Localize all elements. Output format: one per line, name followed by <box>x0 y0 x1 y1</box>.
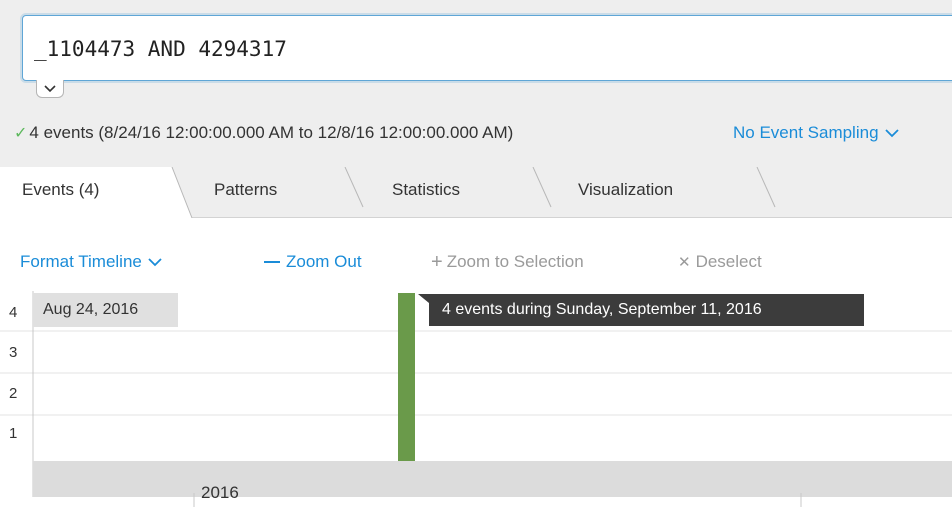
tab-patterns[interactable]: Patterns <box>214 180 277 200</box>
bar-tooltip: 4 events during Sunday, September 11, 20… <box>429 294 864 326</box>
tab-outlines <box>0 167 952 219</box>
event-sampling-label: No Event Sampling <box>733 123 879 142</box>
chevron-down-icon <box>44 84 56 92</box>
tab-events[interactable]: Events (4) <box>22 180 99 200</box>
tab-statistics[interactable]: Statistics <box>392 180 460 200</box>
y-tick-label: 2 <box>9 385 18 402</box>
zoom-out-button[interactable]: Zoom Out <box>264 251 362 273</box>
close-icon: ✕ <box>678 254 691 271</box>
search-expand-button[interactable] <box>36 80 64 98</box>
results-tabs <box>0 167 952 219</box>
range-start-label: Aug 24, 2016 <box>33 293 178 327</box>
check-icon: ✓ <box>14 125 28 142</box>
axis-year-label: 2016 <box>201 486 239 502</box>
chevron-down-icon <box>884 128 899 137</box>
events-summary: 4 events (8/24/16 12:00:00.000 AM to 12/… <box>29 123 514 142</box>
event-sampling-dropdown[interactable]: No Event Sampling <box>733 121 899 145</box>
job-status: ✓ 4 events (8/24/16 12:00:00.000 AM to 1… <box>14 121 513 145</box>
timeline-scrub-band <box>33 461 952 497</box>
deselect-button[interactable]: ✕ Deselect <box>678 251 762 273</box>
zoom-to-selection-label: Zoom to Selection <box>446 252 584 271</box>
zoom-to-selection-button[interactable]: + Zoom to Selection <box>431 251 584 273</box>
timeline-bar <box>398 293 415 461</box>
plus-icon: + <box>431 251 443 273</box>
y-tick-label: 1 <box>9 425 18 442</box>
minus-icon <box>264 261 280 263</box>
format-timeline-dropdown[interactable]: Format Timeline <box>20 251 162 273</box>
tooltip-pointer <box>418 294 429 303</box>
search-query-text[interactable]: _1104473 AND 4294317 <box>34 37 287 61</box>
y-tick-label: 3 <box>9 344 18 361</box>
search-bar-area: _1104473 AND 4294317 <box>0 0 952 104</box>
zoom-out-label: Zoom Out <box>286 252 362 271</box>
chevron-down-icon <box>148 257 162 266</box>
deselect-label: Deselect <box>695 252 762 271</box>
format-timeline-label: Format Timeline <box>20 252 142 271</box>
y-tick-label: 4 <box>9 304 18 321</box>
tab-visualization[interactable]: Visualization <box>578 180 673 200</box>
